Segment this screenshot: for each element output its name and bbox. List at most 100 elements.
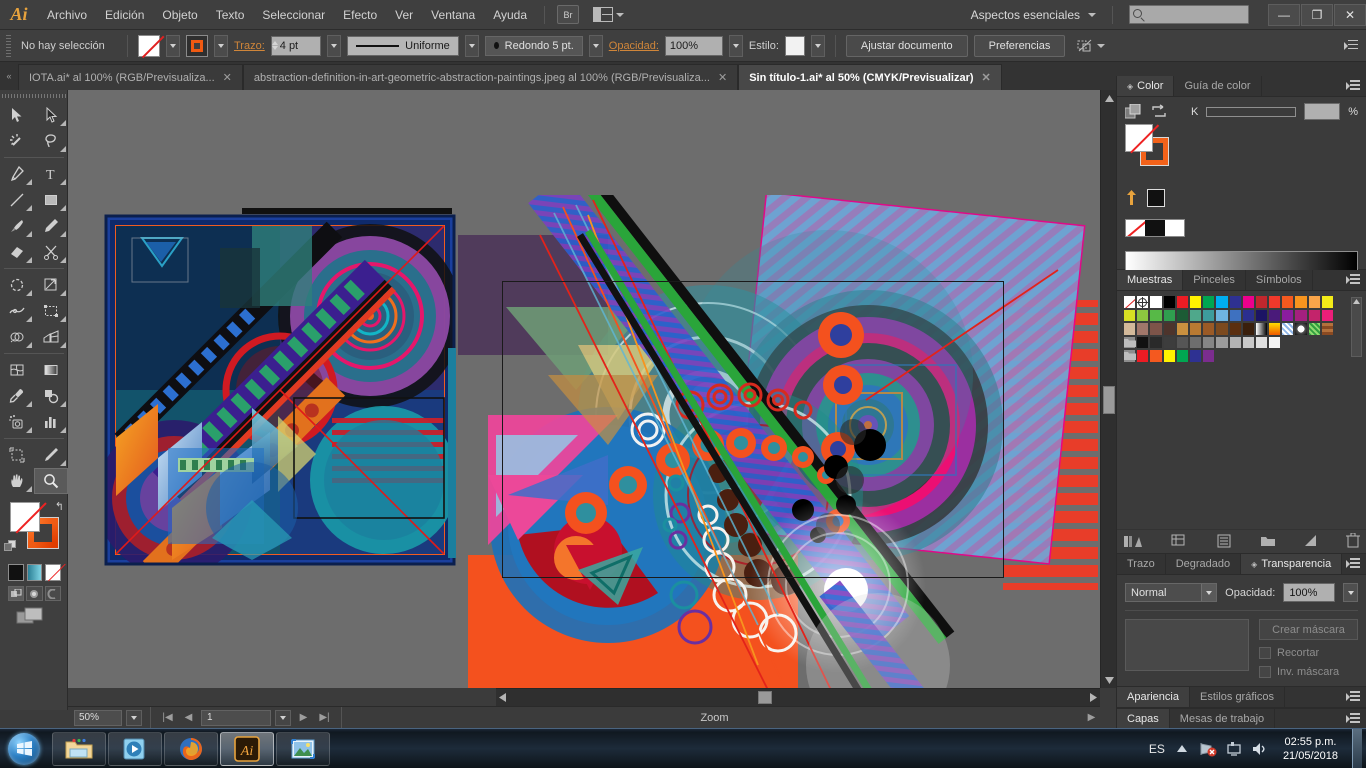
chevron-down-icon[interactable] bbox=[1201, 584, 1217, 601]
swatch-color[interactable] bbox=[1136, 335, 1150, 349]
pencil-tool[interactable] bbox=[34, 213, 68, 239]
swatch-color[interactable] bbox=[1162, 308, 1176, 322]
current-tool-status[interactable]: Zoom bbox=[350, 712, 1079, 724]
swatch-color[interactable] bbox=[1162, 335, 1176, 349]
close-button[interactable]: ✕ bbox=[1334, 3, 1366, 26]
swatch-color[interactable] bbox=[1136, 308, 1150, 322]
clip-checkbox[interactable] bbox=[1259, 647, 1271, 659]
swatch-color[interactable] bbox=[1175, 322, 1189, 336]
hand-tool[interactable] bbox=[0, 468, 34, 494]
tab-capas[interactable]: Capas bbox=[1117, 709, 1170, 729]
swatch-pattern-brick[interactable] bbox=[1320, 322, 1334, 336]
menu-seleccionar[interactable]: Seleccionar bbox=[253, 0, 334, 30]
artwork-active-composition[interactable] bbox=[458, 195, 1098, 688]
blend-tool[interactable] bbox=[34, 383, 68, 409]
tab-trazo[interactable]: Trazo bbox=[1117, 554, 1166, 574]
tab-degradado[interactable]: Degradado bbox=[1165, 554, 1242, 574]
opacity-dropdown[interactable] bbox=[728, 34, 743, 57]
type-tool[interactable]: T bbox=[34, 161, 68, 187]
swatch-color[interactable] bbox=[1281, 308, 1295, 322]
menu-ver[interactable]: Ver bbox=[386, 0, 422, 30]
mesh-tool[interactable] bbox=[0, 357, 34, 383]
artwork-abstraction-painting[interactable] bbox=[102, 208, 460, 574]
document-tab-1[interactable]: IOTA.ai* al 100% (RGB/Previsualiza... ✕ bbox=[18, 64, 243, 90]
swatch-libraries-icon[interactable] bbox=[1123, 534, 1143, 548]
swatch-color[interactable] bbox=[1175, 335, 1189, 349]
line-segment-tool[interactable] bbox=[0, 187, 34, 213]
control-bar-grip[interactable] bbox=[6, 34, 11, 57]
stroke-weight-value[interactable]: 4 pt bbox=[280, 40, 320, 52]
stroke-color-swatch[interactable] bbox=[186, 34, 208, 57]
swatch-color[interactable] bbox=[1202, 335, 1216, 349]
tab-simbolos[interactable]: Símbolos bbox=[1245, 270, 1313, 290]
chevron-down-icon[interactable] bbox=[1088, 12, 1096, 17]
swatch-color[interactable] bbox=[1175, 349, 1189, 363]
column-graph-tool[interactable] bbox=[34, 409, 68, 435]
make-mask-button[interactable]: Crear máscara bbox=[1259, 619, 1358, 640]
swatch-gradient-orange[interactable] bbox=[1268, 322, 1282, 336]
tab-estilos-graficos[interactable]: Estilos gráficos bbox=[1189, 687, 1285, 707]
last-artboard-icon[interactable]: ▶| bbox=[316, 710, 333, 726]
black-swatch[interactable] bbox=[1147, 189, 1165, 207]
stroke-label[interactable]: Trazo: bbox=[234, 40, 265, 52]
artboard-tool[interactable] bbox=[0, 442, 34, 468]
network-icon[interactable] bbox=[1199, 740, 1217, 758]
start-button[interactable] bbox=[0, 730, 48, 768]
transparency-panel-menu-icon[interactable] bbox=[1346, 554, 1366, 574]
menu-efecto[interactable]: Efecto bbox=[334, 0, 386, 30]
tab-color[interactable]: ◈ Color bbox=[1117, 76, 1175, 96]
horizontal-scroll-thumb[interactable] bbox=[758, 691, 772, 704]
transparency-thumbnail[interactable] bbox=[1125, 619, 1249, 671]
swatch-color[interactable] bbox=[1202, 308, 1216, 322]
clock[interactable]: 02:55 p.m. 21/05/2018 bbox=[1277, 735, 1344, 763]
k-channel-input[interactable] bbox=[1304, 103, 1341, 120]
stroke-profile-select[interactable]: Uniforme bbox=[346, 35, 459, 56]
stroke-profile-dropdown[interactable] bbox=[464, 34, 479, 57]
swatch-pattern-ball[interactable] bbox=[1294, 322, 1308, 336]
taskbar-firefox[interactable] bbox=[164, 731, 218, 766]
tools-panel-grip[interactable] bbox=[0, 90, 67, 102]
draw-behind-icon[interactable] bbox=[26, 586, 43, 601]
symbol-sprayer-tool[interactable] bbox=[0, 409, 34, 435]
opacity-input[interactable]: 100% bbox=[1283, 583, 1336, 602]
scroll-down-arrow[interactable] bbox=[1101, 672, 1117, 688]
color-panel-menu-icon[interactable] bbox=[1346, 76, 1366, 96]
graphic-style-dropdown[interactable] bbox=[810, 34, 825, 57]
slice-tool[interactable] bbox=[34, 442, 68, 468]
selection-tool[interactable] bbox=[0, 102, 34, 128]
draw-inside-icon[interactable] bbox=[44, 586, 61, 601]
invert-mask-checkbox-row[interactable]: Inv. máscara bbox=[1259, 666, 1358, 678]
action-center-icon[interactable] bbox=[1225, 740, 1243, 758]
fill-dropdown-arrow[interactable] bbox=[166, 34, 180, 57]
previous-artboard-icon[interactable]: ◀ bbox=[180, 710, 197, 726]
swatch-registration[interactable] bbox=[1136, 295, 1150, 309]
swatch-color[interactable] bbox=[1202, 295, 1216, 309]
swatch-color[interactable] bbox=[1307, 295, 1321, 309]
scroll-left-arrow[interactable] bbox=[499, 693, 506, 705]
swatch-color-group[interactable] bbox=[1123, 335, 1137, 349]
gradient-tool[interactable] bbox=[34, 357, 68, 383]
eyedropper-tool[interactable] bbox=[0, 383, 34, 409]
menu-texto[interactable]: Texto bbox=[207, 0, 254, 30]
screen-mode-button[interactable] bbox=[0, 601, 67, 628]
menu-ventana[interactable]: Ventana bbox=[422, 0, 484, 30]
swatch-color[interactable] bbox=[1149, 335, 1163, 349]
menu-ayuda[interactable]: Ayuda bbox=[484, 0, 536, 30]
swatch-pattern-blue[interactable] bbox=[1281, 322, 1295, 336]
swatch-color[interactable] bbox=[1202, 349, 1216, 363]
lasso-tool[interactable] bbox=[34, 128, 68, 154]
swatch-color[interactable] bbox=[1241, 335, 1255, 349]
close-icon[interactable]: ✕ bbox=[223, 71, 232, 84]
swatch-color[interactable] bbox=[1149, 349, 1163, 363]
zoom-level-input[interactable]: 50% bbox=[74, 709, 122, 726]
chevron-down-icon[interactable] bbox=[1097, 43, 1106, 48]
tab-transparencia[interactable]: ◈ Transparencia bbox=[1241, 554, 1343, 574]
swatch-color[interactable] bbox=[1228, 335, 1242, 349]
opacity-dropdown[interactable] bbox=[1343, 583, 1358, 602]
graphic-style-swatch[interactable] bbox=[784, 35, 805, 56]
tab-color-guide[interactable]: Guía de color bbox=[1174, 76, 1262, 96]
swatch-color[interactable] bbox=[1215, 308, 1229, 322]
canvas-vertical-scrollbar[interactable] bbox=[1100, 90, 1116, 688]
color-fill-stroke-indicator[interactable] bbox=[1125, 124, 1173, 166]
zoom-level-dropdown[interactable] bbox=[126, 709, 142, 726]
